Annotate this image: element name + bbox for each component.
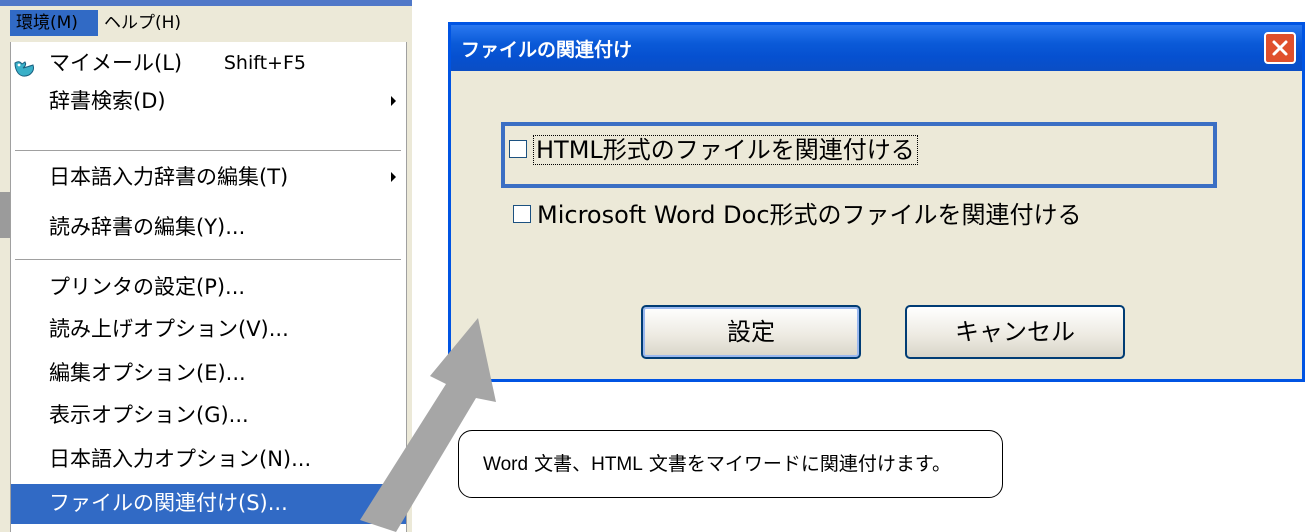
- dialog-title: ファイルの関連付け: [461, 39, 633, 61]
- menu-item-shortcut: Shift+F5: [223, 52, 306, 74]
- menu-item-label: 辞書検索(D): [49, 89, 166, 113]
- menu-item-edit-input-dictionary[interactable]: 日本語入力辞書の編集(T): [11, 158, 406, 196]
- menu-border: [406, 42, 412, 532]
- close-icon: [1272, 40, 1288, 56]
- file-association-dialog: ファイルの関連付け HTML形式のファイルを関連付ける Microsoft Wo…: [448, 22, 1305, 382]
- cancel-button[interactable]: キャンセル: [905, 305, 1125, 359]
- window-frame-top: [0, 0, 412, 6]
- html-association-checkbox[interactable]: HTML形式のファイルを関連付ける: [509, 133, 918, 167]
- menu-item-label: 読み上げオプション(V)...: [49, 317, 289, 341]
- callout-text-html: HTML: [591, 454, 643, 475]
- word-association-checkbox[interactable]: Microsoft Word Doc形式のファイルを関連付ける: [513, 198, 1082, 232]
- menu-item-input-options[interactable]: 日本語入力オプション(N)...: [11, 440, 406, 478]
- menu-bar: 環境(M) ヘルプ(H): [0, 0, 412, 42]
- callout-text-part: 文書、: [528, 453, 592, 475]
- submenu-arrow-icon: [391, 172, 396, 182]
- environment-dropdown-menu: マイメール(L) Shift+F5 辞書検索(D) 日本語入力辞書の編集(T) …: [10, 42, 406, 532]
- menu-item-label: 読み辞書の編集(Y)...: [49, 215, 246, 239]
- menu-separator: [15, 259, 401, 261]
- menu-item-edit-reading-dictionary[interactable]: 読み辞書の編集(Y)...: [11, 208, 406, 246]
- menu-item-my-mail[interactable]: マイメール(L) Shift+F5: [11, 44, 406, 82]
- submenu-arrow-icon: [391, 96, 396, 106]
- menu-item-edit-options[interactable]: 編集オプション(E)...: [11, 354, 406, 392]
- callout-text-word: Word: [483, 454, 529, 475]
- checkbox-box[interactable]: [509, 140, 527, 158]
- menu-environment[interactable]: 環境(M): [10, 10, 98, 36]
- callout-box: Word 文書、HTML 文書をマイワードに関連付けます。: [458, 430, 1003, 498]
- checkbox-label: HTML形式のファイルを関連付ける: [533, 135, 918, 165]
- background-divider: [0, 192, 10, 238]
- callout-text: Word 文書、HTML 文書をマイワードに関連付けます。: [483, 449, 951, 476]
- menu-separator: [15, 150, 401, 152]
- menu-item-reading-options[interactable]: 読み上げオプション(V)...: [11, 310, 406, 348]
- menu-help[interactable]: ヘルプ(H): [98, 10, 193, 36]
- menu-item-label: ファイルの関連付け(S)...: [49, 491, 288, 515]
- menu-item-label: 日本語入力オプション(N)...: [49, 447, 312, 471]
- checkbox-box[interactable]: [513, 205, 531, 223]
- dialog-title-bar[interactable]: ファイルの関連付け: [451, 25, 1302, 71]
- menu-item-label: 表示オプション(G)...: [49, 403, 249, 427]
- callout-text-part: 文書をマイワードに関連付けます。: [642, 453, 951, 475]
- menu-item-display-options[interactable]: 表示オプション(G)...: [11, 396, 406, 434]
- menu-item-label: 日本語入力辞書の編集(T): [49, 165, 289, 189]
- mail-icon: [13, 53, 37, 77]
- menu-item-label: マイメール(L): [49, 51, 183, 75]
- menu-item-printer-settings[interactable]: プリンタの設定(P)...: [11, 268, 406, 306]
- menu-item-dictionary-search[interactable]: 辞書検索(D): [11, 82, 406, 120]
- checkbox-label: Microsoft Word Doc形式のファイルを関連付ける: [537, 201, 1082, 229]
- ok-button[interactable]: 設定: [641, 305, 861, 359]
- close-button[interactable]: [1264, 32, 1296, 64]
- menu-item-label: プリンタの設定(P)...: [49, 275, 246, 299]
- background-window-edge: [0, 42, 10, 532]
- menu-item-file-association[interactable]: ファイルの関連付け(S)...: [11, 484, 406, 524]
- menu-item-label: 編集オプション(E)...: [49, 361, 246, 385]
